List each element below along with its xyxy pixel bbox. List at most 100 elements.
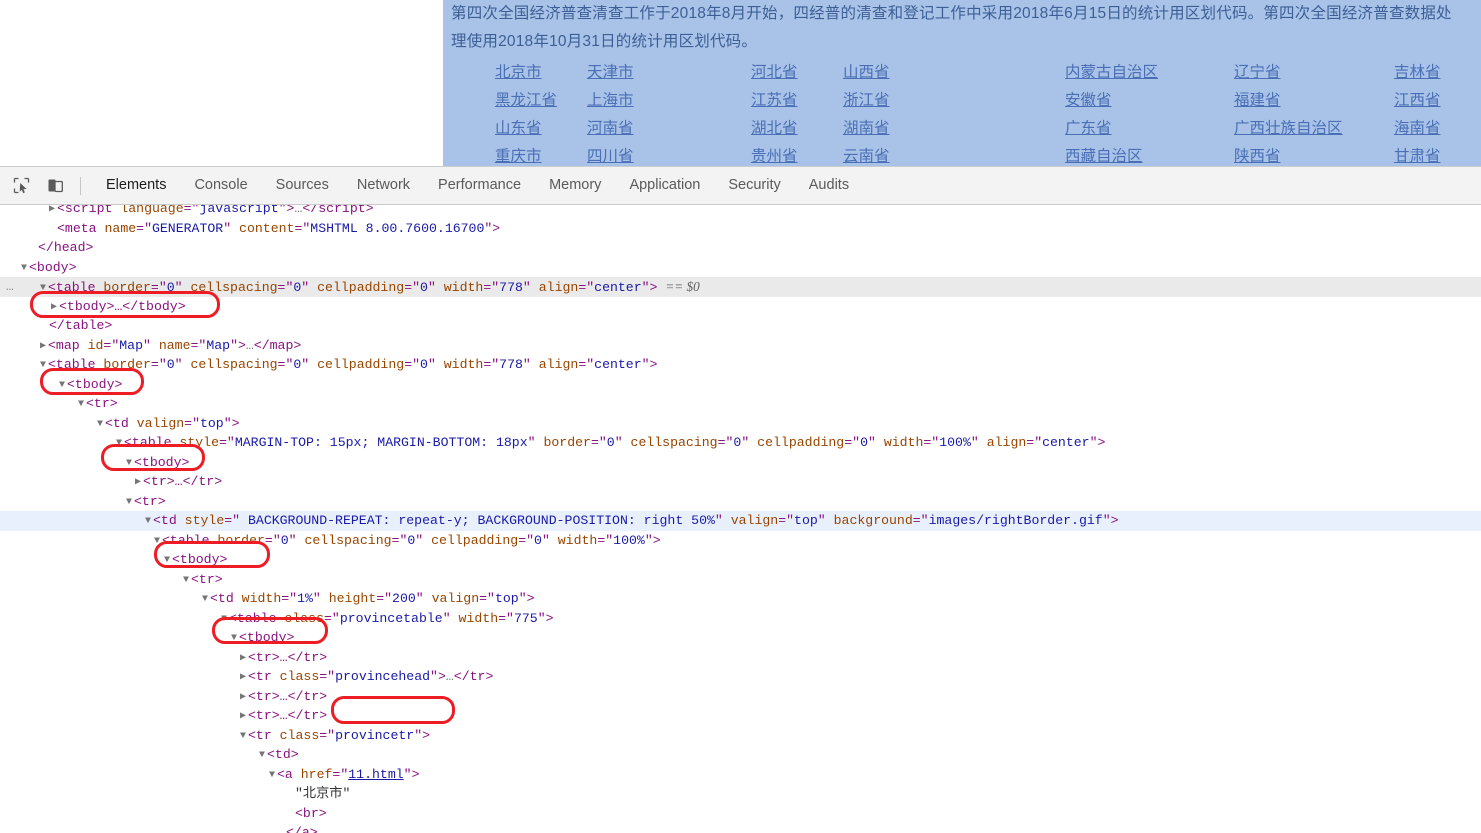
dom-tree-view[interactable]: ▶ <script language="javascript">…</script… bbox=[0, 205, 1481, 833]
dom-node-table-2[interactable]: ▼ <table border="0" cellspacing="0" cellp… bbox=[0, 355, 1481, 375]
tab-audits[interactable]: Audits bbox=[795, 167, 863, 204]
dom-tag: <br> bbox=[295, 805, 327, 821]
province-link[interactable]: 湖南省 bbox=[843, 116, 1065, 141]
province-link[interactable]: 安徽省 bbox=[1065, 88, 1234, 113]
province-link[interactable]: 河南省 bbox=[587, 116, 751, 141]
dom-node-provincetr[interactable]: ▼ <tr class="provincetr"> bbox=[0, 726, 1481, 746]
dom-node-td-1[interactable]: ▼ <td valign="top"> bbox=[0, 414, 1481, 434]
province-link[interactable]: 湖北省 bbox=[751, 116, 843, 141]
dom-tag-name: script bbox=[64, 205, 113, 216]
province-link[interactable]: 内蒙古自治区 bbox=[1065, 60, 1234, 85]
dom-node-table-4[interactable]: ▼ <table border="0" cellspacing="0" cellp… bbox=[0, 531, 1481, 551]
dom-node-tr-collapsed-2[interactable]: ▶ <tr>…</tr> bbox=[0, 648, 1481, 668]
dom-node-tbody-collapsed[interactable]: ▶ <tbody>…</tbody> bbox=[0, 297, 1481, 317]
dom-tag-name: td bbox=[112, 415, 129, 431]
inspect-element-icon[interactable] bbox=[8, 173, 34, 199]
devtools-toolbar: Elements Console Sources Network Perform… bbox=[0, 167, 1481, 205]
dom-node-table-3[interactable]: ▼ <table style="MARGIN-TOP: 15px; MARGIN-… bbox=[0, 433, 1481, 453]
province-link[interactable]: 黑龙江省 bbox=[495, 88, 587, 113]
province-link[interactable]: 海南省 bbox=[1394, 116, 1481, 141]
province-link[interactable]: 云南省 bbox=[843, 144, 1065, 166]
dom-attr-value: Map bbox=[119, 337, 143, 353]
province-link[interactable]: 重庆市 bbox=[495, 144, 587, 166]
dom-node-tr-3[interactable]: ▼ <tr> bbox=[0, 570, 1481, 590]
tab-sources[interactable]: Sources bbox=[262, 167, 343, 204]
dom-attr-value: MARGIN-TOP: 15px; MARGIN-BOTTOM: 18px bbox=[234, 435, 528, 450]
toolbar-divider bbox=[80, 176, 81, 195]
dom-attr-value: center bbox=[594, 357, 642, 372]
province-link[interactable]: 甘肃省 bbox=[1394, 144, 1481, 166]
dom-node-tr-collapsed-4[interactable]: ▶ <tr>…</tr> bbox=[0, 706, 1481, 726]
tab-memory[interactable]: Memory bbox=[535, 167, 615, 204]
dom-text-node: "北京市" bbox=[295, 786, 351, 801]
device-toolbar-icon[interactable] bbox=[42, 173, 68, 199]
province-link[interactable]: 广东省 bbox=[1065, 116, 1234, 141]
province-link[interactable]: 河北省 bbox=[751, 60, 843, 85]
dom-attr-name: name bbox=[104, 220, 137, 236]
dom-node-tbody-5[interactable]: ▼ <tbody> bbox=[0, 628, 1481, 648]
province-link[interactable]: 山西省 bbox=[843, 60, 1065, 85]
province-panel: （四）统版中区划代码与第四次全国经济普查区划代码的相关说明。统版中区划代码是将查… bbox=[443, 0, 1481, 166]
devtools-panel: Elements Console Sources Network Perform… bbox=[0, 166, 1481, 833]
dom-node-script[interactable]: ▶ <script language="javascript">…</script… bbox=[0, 205, 1481, 219]
dom-attr-value: 775 bbox=[513, 610, 538, 626]
province-link[interactable]: 福建省 bbox=[1234, 88, 1394, 113]
tab-elements[interactable]: Elements bbox=[92, 167, 180, 204]
dom-close-tag: </a> bbox=[286, 825, 318, 833]
dom-attr-value: Map bbox=[206, 337, 231, 353]
province-link[interactable]: 北京市 bbox=[495, 60, 587, 85]
province-link[interactable]: 广西壮族自治区 bbox=[1234, 116, 1394, 141]
province-link-grid: 北京市 天津市 河北省 山西省 内蒙古自治区 辽宁省 吉林省 黑龙江省 上海市 … bbox=[451, 60, 1473, 166]
dom-node-head-close[interactable]: </head> bbox=[0, 238, 1481, 258]
dom-node-br[interactable]: <br> bbox=[0, 804, 1481, 824]
dom-attr-value: BACKGROUND-REPEAT: repeat-y; BACKGROUND-… bbox=[240, 513, 715, 528]
dom-tag-name: table bbox=[55, 280, 96, 295]
province-link[interactable]: 山东省 bbox=[495, 116, 587, 141]
dom-node-tbody-2[interactable]: ▼ <tbody> bbox=[0, 375, 1481, 395]
tab-network[interactable]: Network bbox=[343, 167, 424, 204]
dom-node-tbody-3[interactable]: ▼ <tbody> bbox=[0, 453, 1481, 473]
dom-node-table-selected[interactable]: … ▼ <table border="0" cellspacing="0" cel… bbox=[0, 277, 1481, 297]
province-link[interactable]: 吉林省 bbox=[1394, 60, 1481, 85]
province-link[interactable]: 江苏省 bbox=[751, 88, 843, 113]
province-link[interactable]: 贵州省 bbox=[751, 144, 843, 166]
province-link[interactable]: 江西省 bbox=[1394, 88, 1481, 113]
tab-application[interactable]: Application bbox=[615, 167, 714, 204]
dom-node-td-2[interactable]: ▼ <td width="1%" height="200" valign="top… bbox=[0, 589, 1481, 609]
dom-node-tr-collapsed-3[interactable]: ▶ <tr>…</tr> bbox=[0, 687, 1481, 707]
dom-tag-name: meta bbox=[64, 220, 97, 236]
tab-performance[interactable]: Performance bbox=[424, 167, 535, 204]
dom-node-td-background[interactable]: ▼ <td style=" BACKGROUND-REPEAT: repeat-y… bbox=[0, 511, 1481, 531]
dom-node-meta[interactable]: <meta name="GENERATOR" content="MSHTML 8… bbox=[0, 219, 1481, 239]
dom-attr-value: 100% bbox=[613, 532, 645, 548]
dom-node-td-3[interactable]: ▼ <td> bbox=[0, 745, 1481, 765]
province-link[interactable]: 陕西省 bbox=[1234, 144, 1394, 166]
dom-attr-href-value[interactable]: 11.html bbox=[348, 767, 403, 782]
province-link[interactable]: 西藏自治区 bbox=[1065, 144, 1234, 166]
tab-security[interactable]: Security bbox=[714, 167, 794, 204]
dom-tag: <tr>…</tr> bbox=[248, 708, 328, 723]
province-link[interactable]: 浙江省 bbox=[843, 88, 1065, 113]
dom-node-tr-1[interactable]: ▼ <tr> bbox=[0, 394, 1481, 414]
dom-node-provincehead[interactable]: ▶ <tr class="provincehead">…</tr> bbox=[0, 667, 1481, 687]
dom-node-table-close[interactable]: </table> bbox=[0, 316, 1481, 336]
province-link[interactable]: 天津市 bbox=[587, 60, 751, 85]
tab-console[interactable]: Console bbox=[180, 167, 261, 204]
province-link[interactable]: 辽宁省 bbox=[1234, 60, 1394, 85]
dom-attr-value: 200 bbox=[392, 591, 416, 606]
dom-node-tbody-4[interactable]: ▼ <tbody> bbox=[0, 550, 1481, 570]
province-link[interactable]: 四川省 bbox=[587, 144, 751, 166]
dom-attr-value: top bbox=[199, 415, 224, 431]
dom-attr-value: 778 bbox=[499, 357, 523, 372]
dom-node-anchor[interactable]: ▼ <a href="11.html"> bbox=[0, 765, 1481, 785]
dom-node-map[interactable]: ▶ <map id="Map" name="Map">…</map> bbox=[0, 336, 1481, 356]
province-link[interactable]: 上海市 bbox=[587, 88, 751, 113]
dom-node-tr-collapsed-1[interactable]: ▶ <tr>…</tr> bbox=[0, 472, 1481, 492]
dom-node-tr-2[interactable]: ▼ <tr> bbox=[0, 492, 1481, 512]
dom-attr-value: center bbox=[594, 280, 642, 295]
dom-node-text[interactable]: "北京市" bbox=[0, 784, 1481, 804]
dom-node-body[interactable]: ▼ <body> bbox=[0, 258, 1481, 278]
dom-node-anchor-close[interactable]: </a> bbox=[0, 823, 1481, 833]
dom-node-provincetable[interactable]: ▼ <table class="provincetable" width="775… bbox=[0, 609, 1481, 629]
dom-attr-value: 778 bbox=[499, 280, 523, 295]
